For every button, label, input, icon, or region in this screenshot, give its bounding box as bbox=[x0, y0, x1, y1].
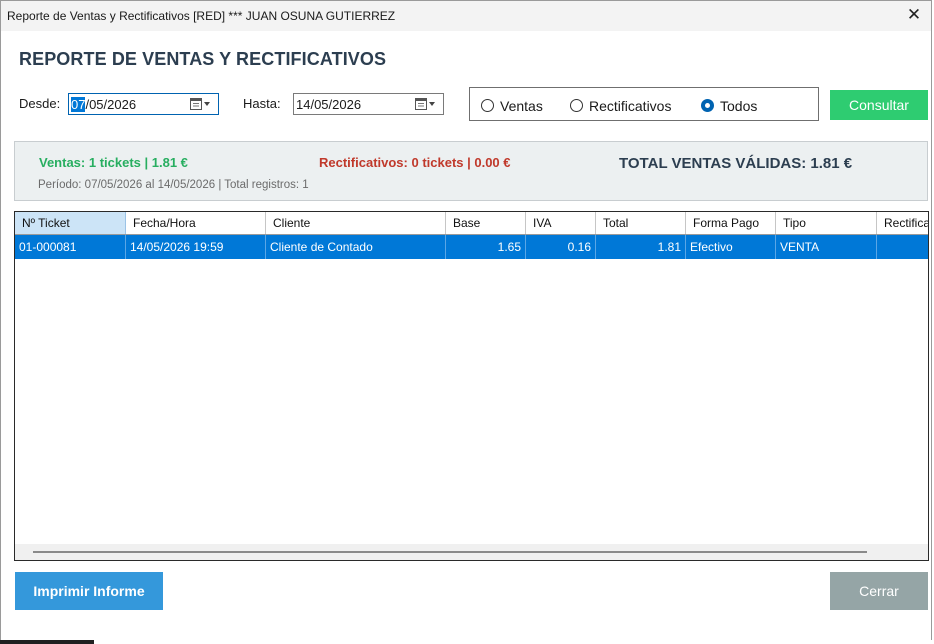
table-cell[interactable]: Efectivo bbox=[686, 235, 776, 259]
report-table[interactable]: Nº Ticket Fecha/Hora Cliente Base IVA To… bbox=[14, 211, 929, 561]
total-ventas-validas: TOTAL VENTAS VÁLIDAS: 1.81 € bbox=[619, 155, 853, 172]
desde-date-picker[interactable]: 07/05/2026 bbox=[68, 93, 219, 115]
close-icon[interactable]: ✕ bbox=[905, 6, 923, 24]
taskbar-edge bbox=[0, 640, 94, 644]
radio-ventas-circle[interactable] bbox=[481, 99, 494, 112]
desde-selected-text: 07 bbox=[71, 97, 86, 112]
column-header[interactable]: Base bbox=[446, 212, 526, 234]
table-cell[interactable]: Cliente de Contado bbox=[266, 235, 446, 259]
page-title: REPORTE DE VENTAS Y RECTIFICATIVOS bbox=[19, 49, 387, 69]
hasta-label: Hasta: bbox=[243, 96, 281, 111]
hasta-date-picker[interactable]: 14/05/2026 bbox=[293, 93, 444, 115]
column-header[interactable]: Cliente bbox=[266, 212, 446, 234]
radio-rectificativos-label: Rectificativos bbox=[589, 98, 672, 114]
scrollbar-thumb[interactable] bbox=[33, 551, 867, 553]
report-window: Reporte de Ventas y Rectificativos [RED]… bbox=[0, 0, 932, 640]
column-header[interactable]: Tipo bbox=[776, 212, 877, 234]
table-cell[interactable] bbox=[877, 235, 928, 259]
desde-label: Desde: bbox=[19, 96, 61, 111]
desde-value: 07/05/2026 bbox=[71, 97, 136, 112]
radio-todos-circle[interactable] bbox=[701, 99, 714, 112]
rectificativos-summary: Rectificativos: 0 tickets | 0.00 € bbox=[319, 155, 511, 170]
column-header[interactable]: Rectifica bbox=[877, 212, 928, 234]
periodo-info: Período: 07/05/2026 al 14/05/2026 | Tota… bbox=[38, 179, 309, 191]
summary-panel: Ventas: 1 tickets | 1.81 € Rectificativo… bbox=[14, 141, 928, 201]
title-bar: Reporte de Ventas y Rectificativos [RED]… bbox=[1, 1, 931, 31]
hasta-value: 14/05/2026 bbox=[296, 97, 362, 112]
radio-rectificativos-circle[interactable] bbox=[570, 99, 583, 112]
column-header[interactable]: Nº Ticket bbox=[15, 212, 126, 234]
window-title: Reporte de Ventas y Rectificativos [RED]… bbox=[7, 9, 396, 23]
calendar-icon[interactable] bbox=[415, 98, 437, 111]
table-row[interactable]: 01-000081 14/05/2026 19:59 Cliente de Co… bbox=[15, 235, 928, 259]
table-cell[interactable]: 1.65 bbox=[446, 235, 526, 259]
table-header: Nº Ticket Fecha/Hora Cliente Base IVA To… bbox=[15, 212, 928, 235]
radio-todos-label: Todos bbox=[720, 98, 758, 114]
column-header[interactable]: Fecha/Hora bbox=[126, 212, 266, 234]
table-cell[interactable]: 1.81 bbox=[596, 235, 686, 259]
ventas-summary: Ventas: 1 tickets | 1.81 € bbox=[39, 155, 188, 170]
cerrar-button[interactable]: Cerrar bbox=[830, 572, 928, 610]
table-cell[interactable]: 01-000081 bbox=[15, 235, 126, 259]
table-cell[interactable]: 0.16 bbox=[526, 235, 596, 259]
column-header[interactable]: Forma Pago bbox=[686, 212, 776, 234]
column-header[interactable]: Total bbox=[596, 212, 686, 234]
column-header[interactable]: IVA bbox=[526, 212, 596, 234]
calendar-icon[interactable] bbox=[190, 98, 212, 111]
desde-rest-text: /05/2026 bbox=[85, 97, 137, 112]
table-cell[interactable]: VENTA bbox=[776, 235, 877, 259]
filter-type-group: Ventas Rectificativos Todos bbox=[469, 87, 819, 121]
radio-ventas-label: Ventas bbox=[500, 98, 543, 114]
consultar-button[interactable]: Consultar bbox=[830, 90, 928, 120]
imprimir-informe-button[interactable]: Imprimir Informe bbox=[15, 572, 163, 610]
table-cell[interactable]: 14/05/2026 19:59 bbox=[126, 235, 266, 259]
horizontal-scrollbar[interactable] bbox=[15, 544, 928, 560]
